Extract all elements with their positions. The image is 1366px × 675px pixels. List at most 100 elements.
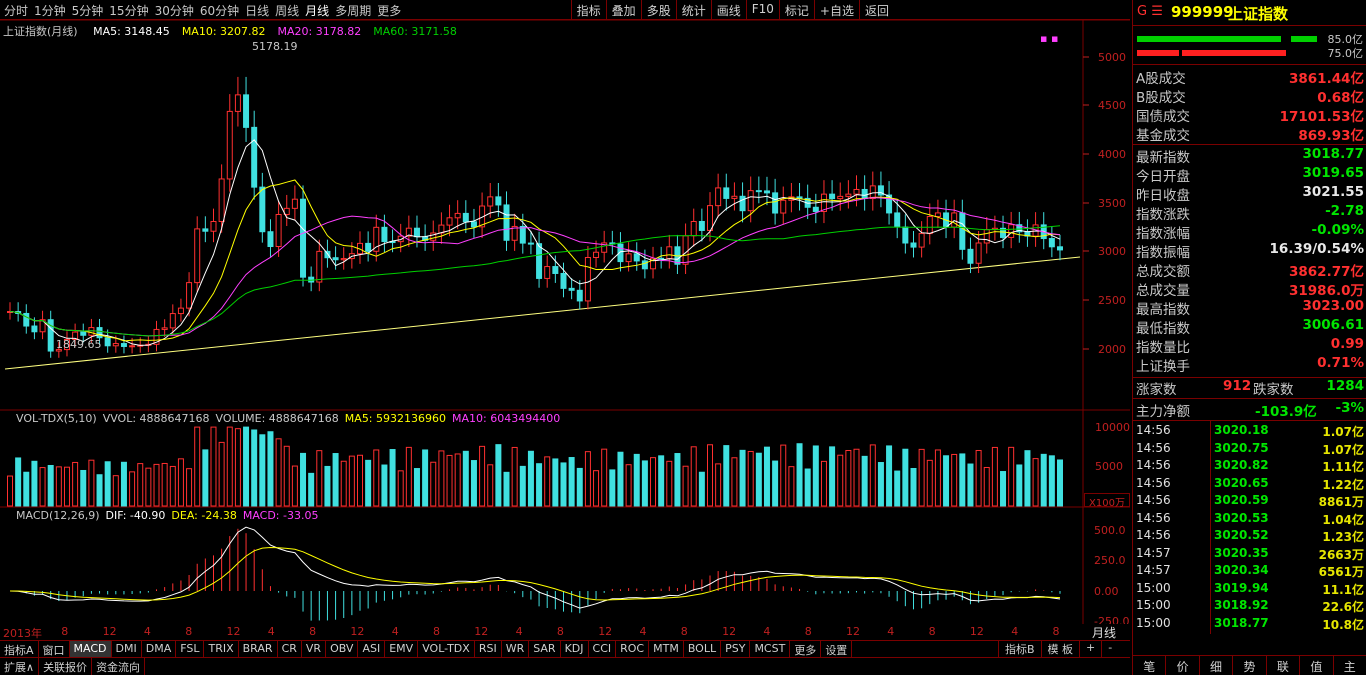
- indicator-tab-18[interactable]: CCI: [589, 641, 617, 657]
- x-tick-label: 12: [350, 625, 365, 638]
- indicator-right-tab-0[interactable]: 指标B: [998, 640, 1041, 658]
- period-tab-0[interactable]: 分时: [2, 2, 32, 19]
- tool-button-2[interactable]: 多股: [640, 0, 676, 20]
- period-tab-9[interactable]: 多周期: [333, 2, 375, 19]
- indicator-tab-21[interactable]: BOLL: [684, 641, 722, 657]
- indicator-tab-3[interactable]: DMI: [112, 641, 142, 657]
- stat-row: 指数涨跌 -2.78: [1136, 203, 1364, 223]
- indicator-tab-4[interactable]: DMA: [142, 641, 177, 657]
- indicator-right-tab-3[interactable]: -: [1101, 640, 1118, 658]
- quote-tab-0[interactable]: 笔: [1133, 656, 1167, 675]
- code-prefix[interactable]: G ☰: [1137, 4, 1163, 19]
- volume-bar: [780, 444, 787, 507]
- bottom-tab-2[interactable]: 资金流向: [92, 658, 146, 675]
- indicator-tab-5[interactable]: FSL: [176, 641, 205, 657]
- candle-body: [202, 228, 209, 232]
- x-tick-label: 12: [969, 625, 984, 638]
- indicator-tab-23[interactable]: MCST: [750, 641, 791, 657]
- indicator-right-tab-2[interactable]: +: [1079, 640, 1101, 658]
- indicator-tab-15[interactable]: WR: [502, 641, 530, 657]
- tool-button-1[interactable]: 叠加: [605, 0, 641, 20]
- dea-line: [10, 546, 1061, 601]
- indicator-tab-10[interactable]: OBV: [326, 641, 359, 657]
- macd-legend: MACD(12,26,9) DIF: -40.90 DEA: -24.38 MACD:…: [16, 509, 324, 522]
- indicator-tab-12[interactable]: EMV: [385, 641, 419, 657]
- candle-body: [218, 178, 225, 222]
- indicator-right-tab-1[interactable]: 模 板: [1040, 640, 1080, 658]
- indicator-tab-6[interactable]: TRIX: [204, 641, 239, 657]
- period-tab-8[interactable]: 月线: [303, 2, 333, 19]
- x-tick-label: 4: [639, 625, 647, 638]
- volume-bar: [503, 471, 510, 507]
- tick-row: 15:00 3018.92 22.6亿: [1136, 598, 1364, 614]
- volume-bar: [918, 448, 925, 507]
- volume-bar: [983, 466, 990, 507]
- period-tab-2[interactable]: 5分钟: [70, 2, 108, 19]
- tool-button-3[interactable]: 统计: [675, 0, 711, 20]
- turnover-row: 基金成交 869.93亿: [1136, 128, 1364, 144]
- stat-row: 指数量比 0.99: [1136, 336, 1364, 356]
- volume-bar: [104, 461, 111, 507]
- vol-tick-label: 10000: [1095, 421, 1130, 434]
- quote-tab-4[interactable]: 联: [1267, 656, 1301, 675]
- kline-chart-area[interactable]: 5000 4500 4000 3500 3000 2500 2000 10000 5000 500…: [0, 19, 1130, 675]
- indicator-tab-16[interactable]: SAR: [529, 641, 561, 657]
- candle-body: [1048, 238, 1055, 248]
- indicator-tab-17[interactable]: KDJ: [561, 641, 589, 657]
- candle-body: [462, 212, 469, 223]
- candle-body: [129, 345, 136, 348]
- stat-row: 最低指数 3006.61: [1136, 317, 1364, 337]
- tool-button-8[interactable]: 返回: [858, 0, 894, 20]
- x-tick-label: 8: [556, 625, 564, 638]
- volume-bar: [853, 448, 860, 507]
- tool-button-5[interactable]: F10: [745, 0, 779, 20]
- volume-bar: [926, 459, 933, 507]
- indicator-tab-19[interactable]: ROC: [616, 641, 650, 657]
- volume-bar: [479, 445, 486, 507]
- tool-button-4[interactable]: 画线: [710, 0, 746, 20]
- indicator-tab-8[interactable]: CR: [278, 641, 302, 657]
- x-tick-label: 12: [846, 625, 860, 638]
- indicator-tab-13[interactable]: VOL-TDX: [418, 641, 475, 657]
- indicator-tab-25[interactable]: 设置: [821, 641, 853, 657]
- indicator-tab-22[interactable]: PSY: [721, 641, 751, 657]
- candle-body: [552, 266, 559, 274]
- candle-body: [560, 272, 567, 289]
- ma-legend-item-3: MA60: 3171.58: [373, 25, 457, 38]
- tool-button-7[interactable]: +自选: [813, 0, 859, 20]
- x-axis: 2013年 8 12 4 8 12 4 8 12 4 8 12 4 8 12 4 8 12 4 8 12 4 8 12 4 8: [0, 624, 1083, 640]
- indicator-tab-9[interactable]: VR: [302, 641, 327, 657]
- indicator-tab-24[interactable]: 更多: [790, 641, 822, 657]
- tool-button-0[interactable]: 指标: [570, 0, 606, 20]
- indicator-tab-14[interactable]: RSI: [475, 641, 502, 657]
- bottom-tab-0[interactable]: 扩展∧: [0, 658, 40, 675]
- chart-tool-buttons: 指标 叠加 多股 统计 画线 F10 标记 +自选 返回: [570, 0, 894, 20]
- period-tab-10[interactable]: 更多: [375, 2, 405, 19]
- period-tab-4[interactable]: 30分钟: [153, 2, 198, 19]
- indicator-tab-11[interactable]: ASI: [358, 641, 386, 657]
- indicator-tab-2[interactable]: MACD: [69, 641, 112, 657]
- volume-bar: [422, 449, 429, 507]
- volume-bar: [894, 470, 901, 507]
- indicator-tab-7[interactable]: BRAR: [239, 641, 278, 657]
- quote-tab-2[interactable]: 细: [1200, 656, 1234, 675]
- period-tab-3[interactable]: 15分钟: [107, 2, 152, 19]
- dif-line: [9, 526, 1061, 609]
- indicator-tab-20[interactable]: MTM: [649, 641, 684, 657]
- quote-tab-3[interactable]: 势: [1233, 656, 1267, 675]
- period-tab-6[interactable]: 日线: [243, 2, 273, 19]
- volume-bar: [666, 460, 673, 507]
- indicator-tab-0[interactable]: 指标A: [0, 641, 39, 657]
- chart-svg[interactable]: 5000 4500 4000 3500 3000 2500 2000 10000 5000 500…: [0, 19, 1130, 628]
- stock-code: 999999: [1171, 3, 1234, 21]
- quote-tab-5[interactable]: 值: [1300, 656, 1334, 675]
- indicator-tab-1[interactable]: 窗口: [39, 641, 70, 657]
- period-tab-5[interactable]: 60分钟: [198, 2, 243, 19]
- quote-tab-6[interactable]: 主: [1334, 656, 1366, 675]
- period-tab-7[interactable]: 周线: [273, 2, 303, 19]
- tool-button-6[interactable]: 标记: [778, 0, 814, 20]
- quote-tab-1[interactable]: 价: [1166, 656, 1200, 675]
- period-tab-1[interactable]: 1分钟: [32, 2, 70, 19]
- bottom-tab-1[interactable]: 关联报价: [39, 658, 93, 675]
- candle-body: [698, 220, 705, 231]
